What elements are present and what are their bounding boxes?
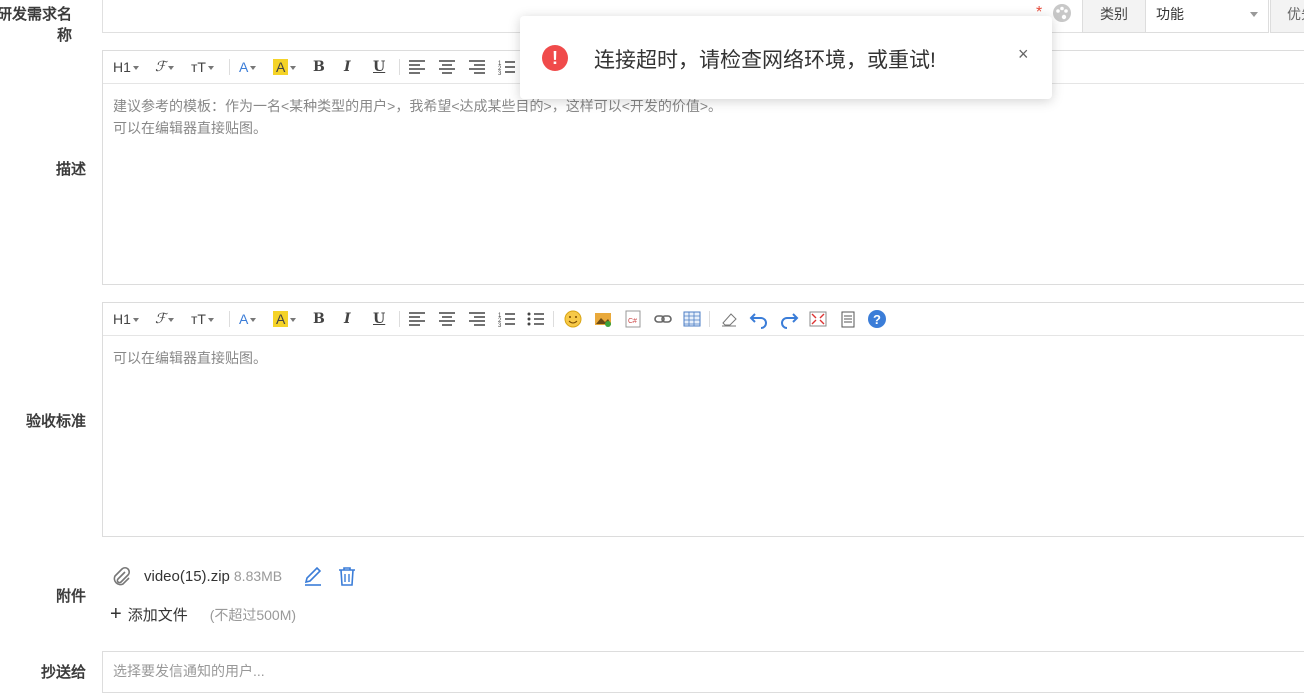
italic-button[interactable]: I	[344, 309, 351, 329]
fullscreen-icon[interactable]	[808, 309, 828, 329]
align-left-icon[interactable]	[408, 309, 426, 329]
chevron-down-icon	[1250, 12, 1258, 17]
font-size-button[interactable]: ᴛT	[191, 309, 214, 329]
image-icon[interactable]	[593, 309, 613, 329]
toast-message: 连接超时，请检查网络环境，或重试!	[594, 49, 936, 72]
cc-placeholder: 选择要发信通知的用户...	[113, 663, 265, 679]
desc-label: 描述	[55, 161, 86, 178]
align-right-icon[interactable]	[468, 309, 486, 329]
ordered-list-icon[interactable]: 123	[498, 309, 516, 329]
type-value: 功能	[1156, 6, 1184, 22]
link-icon[interactable]	[653, 309, 673, 329]
svg-text:3: 3	[498, 323, 502, 329]
attachment-file-size: 8.83MB	[233, 568, 283, 584]
acceptance-toolbar: H1 ℱ ᴛT A A B I U 123 C# ?	[103, 303, 1304, 336]
code-icon[interactable]: C#	[623, 309, 643, 329]
heading-button[interactable]: H1	[113, 309, 139, 329]
add-file-button[interactable]: 添加文件	[128, 604, 188, 625]
add-file-row[interactable]: + 添加文件 (不超过500M)	[110, 603, 296, 626]
type-select[interactable]: 功能	[1146, 0, 1269, 33]
paste-icon[interactable]	[838, 309, 858, 329]
font-family-button[interactable]: ℱ	[155, 309, 175, 329]
emoji-icon[interactable]	[563, 309, 583, 329]
underline-button[interactable]: U	[373, 309, 385, 329]
svg-text:C#: C#	[628, 318, 637, 325]
eraser-icon[interactable]	[719, 309, 739, 329]
bold-button[interactable]: B	[313, 309, 325, 329]
edit-icon[interactable]	[302, 565, 324, 587]
acceptance-placeholder: 可以在编辑器直接贴图。	[113, 350, 267, 366]
align-left-icon[interactable]	[408, 57, 426, 77]
font-color-button[interactable]: A	[239, 57, 257, 77]
error-toast: ! 连接超时，请检查网络环境，或重试! ×	[520, 16, 1052, 99]
close-icon[interactable]: ×	[1018, 44, 1029, 65]
font-color-button[interactable]: A	[239, 309, 257, 329]
undo-icon[interactable]	[749, 309, 769, 329]
error-icon: !	[542, 45, 568, 71]
toolbar-divider	[399, 59, 400, 75]
paperclip-icon	[113, 566, 131, 586]
align-center-icon[interactable]	[438, 309, 456, 329]
attachment-file-name[interactable]: video(15).zip	[144, 568, 230, 585]
toolbar-divider	[709, 311, 710, 327]
redo-icon[interactable]	[779, 309, 799, 329]
italic-button[interactable]: I	[344, 57, 351, 77]
attachment-label: 附件	[55, 588, 86, 605]
help-icon[interactable]: ?	[867, 309, 887, 329]
priority-label: 优先级	[1270, 0, 1304, 33]
unordered-list-icon[interactable]	[527, 309, 545, 329]
palette-icon[interactable]	[1052, 3, 1072, 23]
table-icon[interactable]	[682, 309, 702, 329]
file-size-limit: (不超过500M)	[209, 606, 297, 623]
svg-text:?: ?	[873, 312, 881, 327]
cc-input[interactable]: 选择要发信通知的用户...	[102, 651, 1304, 693]
attachment-item: video(15).zip 8.83MB	[110, 565, 358, 587]
desc-placeholder: 建议参考的模板：作为一名<某种类型的用户>，我希望<达成某些目的>，这样可以<开…	[113, 98, 723, 136]
type-label: 类别	[1082, 0, 1146, 33]
svg-text:3: 3	[498, 71, 502, 77]
font-size-button[interactable]: ᴛT	[191, 57, 214, 77]
toolbar-divider	[229, 311, 230, 327]
title-label: 研发需求名称	[0, 6, 72, 44]
font-family-button[interactable]: ℱ	[155, 57, 175, 77]
ordered-list-icon[interactable]: 123	[498, 57, 516, 77]
bg-color-button[interactable]: A	[273, 57, 297, 77]
toolbar-divider	[229, 59, 230, 75]
toolbar-divider	[399, 311, 400, 327]
acceptance-editor[interactable]: H1 ℱ ᴛT A A B I U 123 C# ? 可以在编辑器直接贴图。	[102, 302, 1304, 537]
plus-icon: +	[110, 603, 122, 625]
align-center-icon[interactable]	[438, 57, 456, 77]
align-right-icon[interactable]	[468, 57, 486, 77]
toolbar-divider	[553, 311, 554, 327]
bg-color-button[interactable]: A	[273, 309, 297, 329]
bold-button[interactable]: B	[313, 57, 325, 77]
cc-label: 抄送给	[40, 664, 86, 681]
heading-button[interactable]: H1	[113, 57, 139, 77]
trash-icon[interactable]	[336, 565, 358, 587]
underline-button[interactable]: U	[373, 57, 385, 77]
acceptance-label: 验收标准	[25, 413, 86, 430]
